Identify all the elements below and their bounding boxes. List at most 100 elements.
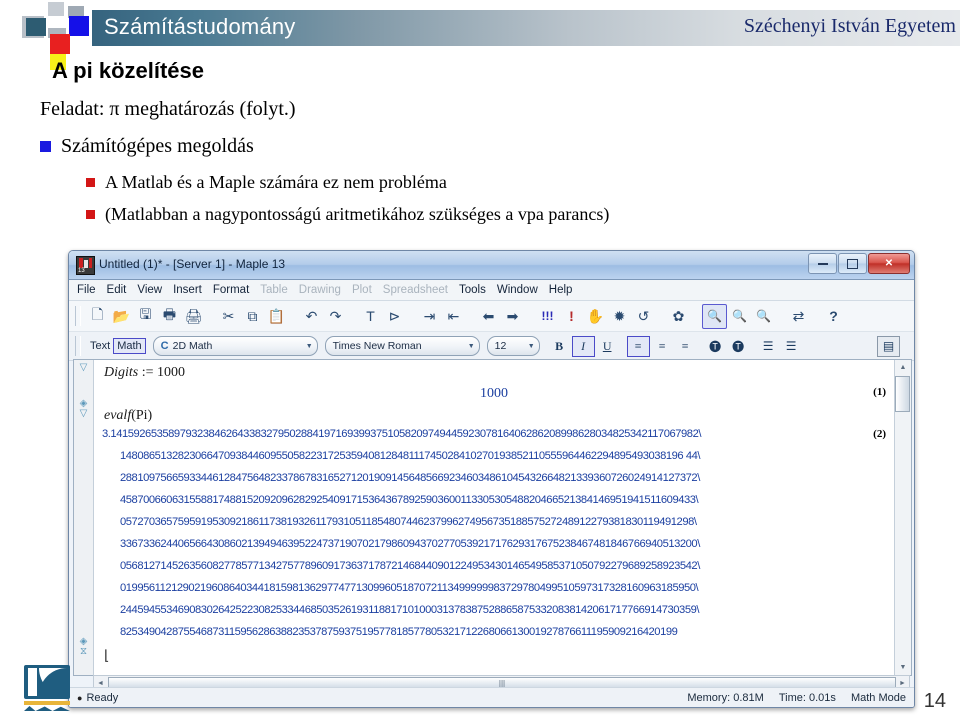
zoom-select-icon[interactable]: 🔍 bbox=[702, 303, 727, 329]
pi-digits-line: 1480865132823066470938446095505822317253… bbox=[120, 450, 701, 462]
input-prompt-cursor[interactable]: ⌊ bbox=[104, 648, 109, 665]
execute-all-icon[interactable]: !!! bbox=[536, 305, 559, 328]
numbered-list-icon[interactable]: ☰ bbox=[781, 337, 802, 356]
header-topic: Számítástudomány bbox=[104, 14, 296, 39]
italic-button[interactable]: I bbox=[571, 335, 595, 357]
print-preview-icon[interactable]: 🖨 bbox=[182, 305, 205, 328]
menu-item-help[interactable]: Help bbox=[549, 284, 573, 296]
group-marker-expand-icon[interactable]: ◈ bbox=[77, 399, 90, 409]
minimize-icon bbox=[817, 262, 828, 265]
menu-item-file[interactable]: File bbox=[77, 284, 96, 296]
menu-item-tools[interactable]: Tools bbox=[459, 284, 486, 296]
bullet-label: Számítógépes megoldás bbox=[61, 135, 254, 157]
undo-icon[interactable]: ↶ bbox=[300, 305, 323, 328]
indent-right-icon[interactable]: ⇥ bbox=[418, 305, 441, 328]
logo-page-shape bbox=[28, 668, 37, 696]
slide-header: Számítástudomány Széchenyi István Egyete… bbox=[0, 0, 960, 70]
print-icon[interactable]: 🖶 bbox=[158, 305, 181, 328]
format-toolbar-grip[interactable] bbox=[75, 336, 81, 356]
paste-icon[interactable]: 📋 bbox=[265, 305, 288, 328]
digits-value: 1000 bbox=[157, 365, 186, 380]
restart-icon[interactable]: ↺ bbox=[632, 305, 655, 328]
logo-gold-bar bbox=[24, 701, 70, 705]
group-marker-bottom-icon[interactable]: ◈ bbox=[77, 637, 90, 647]
document-panel-icon[interactable]: ▤ bbox=[877, 335, 900, 357]
font-size-select[interactable]: 12 ▼ bbox=[486, 336, 540, 356]
menu-item-edit[interactable]: Edit bbox=[107, 284, 127, 296]
toggle-input-icon[interactable]: ⇄ bbox=[787, 305, 810, 328]
mosaic-square-gray-b bbox=[48, 2, 64, 16]
chevron-down-icon: ▼ bbox=[527, 342, 535, 350]
evalf-function: evalf bbox=[104, 408, 132, 423]
navigate-back-icon[interactable]: ⬅ bbox=[477, 305, 500, 328]
bullet-label: (Matlabban a nagypontosságú aritmetikáho… bbox=[105, 204, 610, 224]
digits-variable: Digits bbox=[104, 365, 139, 380]
group-marker-cursor-icon[interactable]: ⧖ bbox=[77, 647, 90, 657]
execute-icon[interactable]: ! bbox=[560, 305, 583, 328]
zoom-in-icon[interactable]: 🔍 bbox=[728, 305, 751, 328]
scroll-up-icon[interactable]: ▲ bbox=[895, 360, 911, 375]
menu-item-view[interactable]: View bbox=[137, 284, 162, 296]
menu-item-format[interactable]: Format bbox=[213, 284, 249, 296]
indent-left-icon[interactable]: ⇤ bbox=[442, 305, 465, 328]
logo-wave-shape bbox=[24, 706, 70, 711]
mosaic-square-white bbox=[30, 38, 50, 58]
bullet-list-icon[interactable]: ☰ bbox=[758, 337, 779, 356]
bullet-label: A Matlab és a Maple számára ez nem probl… bbox=[105, 172, 447, 192]
assign-operator: := bbox=[138, 365, 158, 380]
status-memory-label: Memory: 0.81M bbox=[687, 691, 764, 704]
highlight-color-icon[interactable]: 🅣 bbox=[728, 337, 749, 356]
toolbar-grip[interactable] bbox=[75, 306, 81, 326]
worksheet-canvas[interactable]: Digits := 1000 1000 (1) evalf(Pi) 3.1415… bbox=[94, 360, 894, 675]
text-color-icon[interactable]: 🅣 bbox=[705, 337, 726, 356]
math-mode-button[interactable]: Math bbox=[113, 338, 146, 354]
underline-button[interactable]: U bbox=[597, 337, 618, 356]
open-icon[interactable]: 📂 bbox=[110, 305, 133, 328]
bullet-square-icon bbox=[86, 210, 95, 219]
vertical-scroll-thumb[interactable] bbox=[895, 376, 910, 412]
menu-bar: File Edit View Insert Format Table Drawi… bbox=[69, 280, 914, 301]
navigate-forward-icon[interactable]: ➡ bbox=[501, 305, 524, 328]
stop-icon[interactable]: ✋ bbox=[584, 305, 607, 328]
font-size-value: 12 bbox=[494, 340, 507, 352]
document-area[interactable]: ▽ ◈ ▽ ◈ ⧖ Digits := 1000 1000 (1) evalf(… bbox=[73, 359, 912, 676]
align-left-icon[interactable]: ≡ bbox=[626, 335, 650, 357]
input-line-digits[interactable]: Digits := 1000 bbox=[104, 365, 185, 381]
window-title-bar[interactable]: 13 Untitled (1)* - [Server 1] - Maple 13… bbox=[69, 251, 914, 280]
menu-item-window[interactable]: Window bbox=[497, 284, 538, 296]
copy-icon[interactable]: ⧉ bbox=[241, 305, 264, 328]
zoom-out-icon[interactable]: 🔍 bbox=[752, 305, 775, 328]
options-icon[interactable]: ✿ bbox=[667, 305, 690, 328]
text-mode-button[interactable]: Text bbox=[90, 340, 110, 352]
status-ready-label: Ready bbox=[86, 691, 119, 704]
align-right-icon[interactable]: ≡ bbox=[675, 337, 696, 356]
text-mode-icon[interactable]: T bbox=[359, 305, 382, 328]
math-prompt-icon[interactable]: ⊳ bbox=[383, 305, 406, 328]
pi-digits-line: 3367336244065664308602139494639522473719… bbox=[120, 538, 700, 550]
new-icon[interactable]: 🗋 bbox=[86, 305, 109, 328]
evalf-argument: (Pi) bbox=[131, 408, 153, 423]
style-select[interactable]: C 2D Math ▼ bbox=[152, 336, 318, 356]
group-marker-open-icon[interactable]: ▽ bbox=[77, 409, 90, 419]
help-icon[interactable]: ? bbox=[822, 305, 845, 328]
cut-icon[interactable]: ✂ bbox=[217, 305, 240, 328]
page-title: A pi közelítése bbox=[52, 58, 205, 83]
minimize-button[interactable] bbox=[808, 253, 837, 274]
font-family-select[interactable]: Times New Roman ▼ bbox=[324, 336, 480, 356]
debug-icon[interactable]: ✹ bbox=[608, 305, 631, 328]
maximize-button[interactable] bbox=[838, 253, 867, 274]
task-line: Feladat: π meghatározás (folyt.) bbox=[40, 98, 296, 120]
scroll-down-icon[interactable]: ▼ bbox=[895, 660, 911, 675]
redo-icon[interactable]: ↷ bbox=[324, 305, 347, 328]
group-marker-collapse-icon[interactable]: ▽ bbox=[77, 363, 90, 373]
pi-digits-line: 2881097566593344612847564823378678316527… bbox=[120, 472, 700, 484]
input-line-evalf[interactable]: evalf(Pi) bbox=[104, 408, 152, 424]
save-icon[interactable]: 🖫 bbox=[134, 305, 157, 328]
header-university: Széchenyi István Egyetem bbox=[743, 15, 956, 37]
close-button[interactable]: ✕ bbox=[868, 253, 910, 274]
maple-window[interactable]: 13 Untitled (1)* - [Server 1] - Maple 13… bbox=[68, 250, 915, 708]
bold-button[interactable]: B bbox=[549, 337, 570, 356]
menu-item-insert[interactable]: Insert bbox=[173, 284, 202, 296]
align-center-icon[interactable]: ≡ bbox=[652, 337, 673, 356]
vertical-scrollbar[interactable]: ▲ ▼ bbox=[894, 360, 911, 675]
